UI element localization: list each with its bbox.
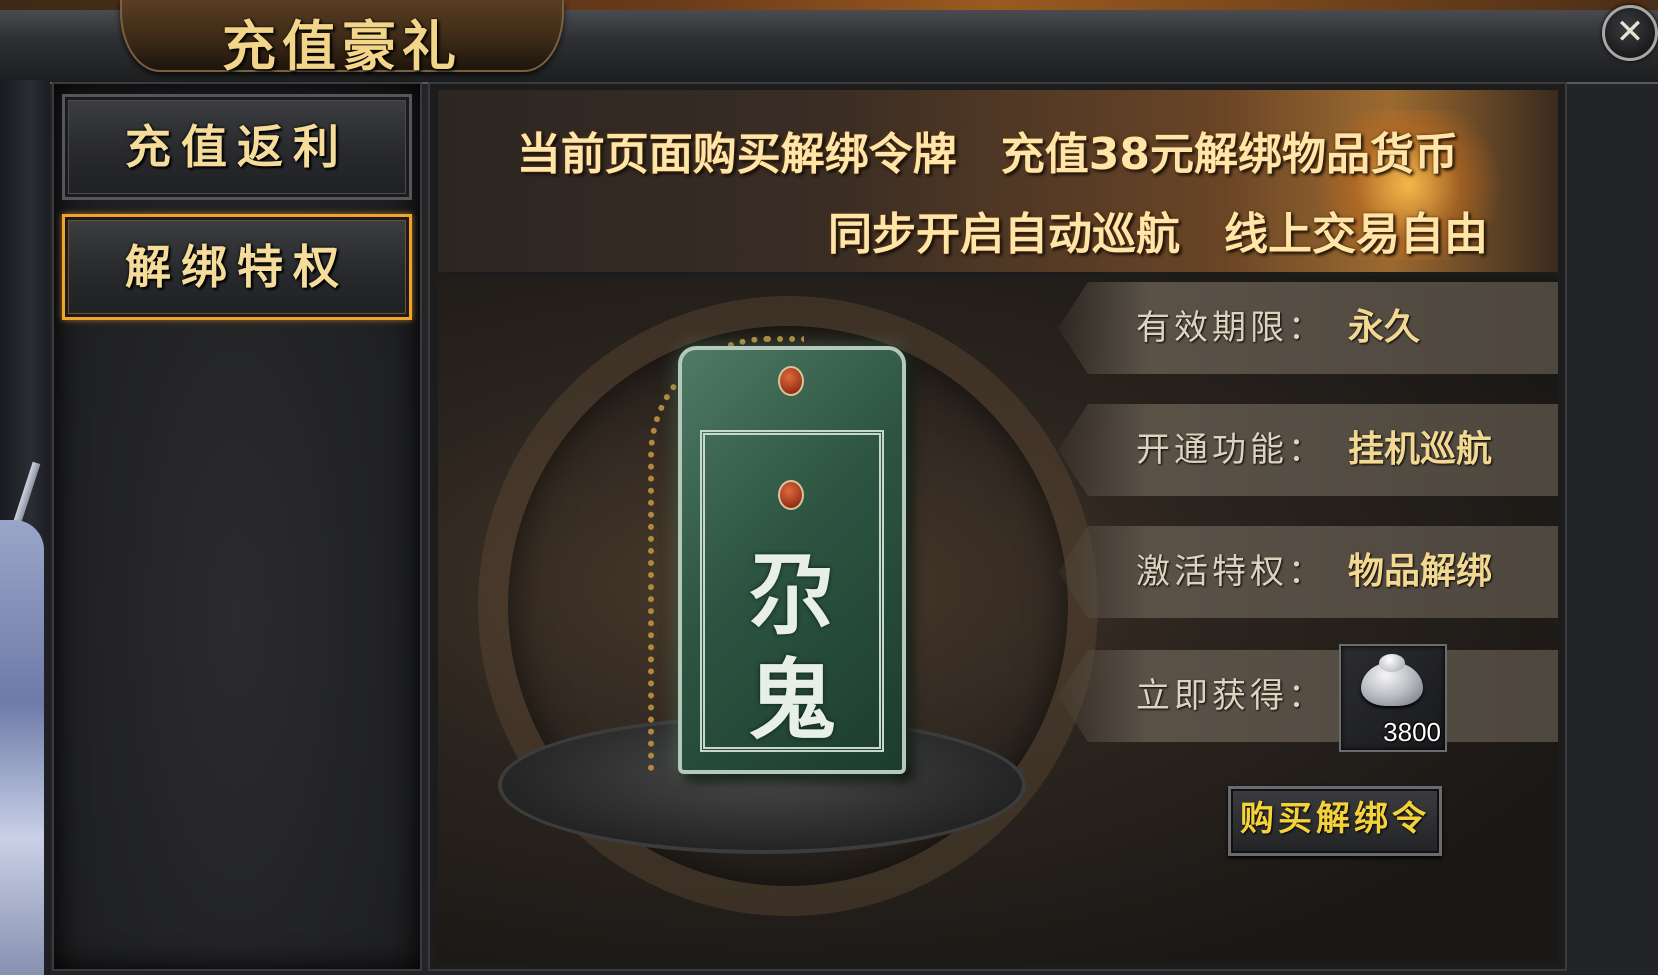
jade-token: 尕 鬼	[678, 346, 906, 774]
detail-row-function: 开通功能： 挂机巡航	[1058, 404, 1558, 496]
tab-recharge-rebate[interactable]: 充值返利	[62, 94, 412, 200]
reward-count: 3800	[1383, 717, 1441, 747]
close-icon[interactable]: ✕	[1602, 5, 1658, 61]
detail-value: 物品解绑	[1348, 551, 1493, 592]
detail-value: 永久	[1348, 307, 1421, 348]
detail-label: 开通功能：	[1136, 430, 1326, 470]
buy-unbind-token-button[interactable]: 购买解绑令	[1228, 786, 1442, 856]
banner-line-2: 同步开启自动巡航 线上交易自由	[828, 209, 1488, 260]
token-glyph-bottom: 鬼	[747, 648, 836, 752]
character-art-edge	[0, 80, 50, 975]
jade-token-image: 尕 鬼	[618, 306, 918, 776]
detail-row-reward: 立即获得：	[1058, 650, 1558, 742]
banner-line-1: 当前页面购买解绑令牌 充值38元解绑物品货币	[516, 129, 1458, 180]
tab-label: 解绑特权	[125, 240, 349, 294]
tab-unbind-privilege[interactable]: 解绑特权	[62, 214, 412, 320]
detail-row-privilege: 激活特权： 物品解绑	[1058, 526, 1558, 618]
detail-label: 激活特权：	[1136, 552, 1326, 592]
tab-label: 充值返利	[125, 120, 349, 174]
main-content: 当前页面购买解绑令牌 充值38元解绑物品货币 同步开启自动巡航 线上交易自由 尕…	[428, 82, 1567, 971]
reward-item-slot[interactable]: 3800	[1339, 644, 1447, 752]
detail-label: 立即获得：	[1136, 676, 1326, 716]
sidebar: 充值返利 解绑特权	[52, 82, 422, 971]
red-gem	[778, 366, 804, 396]
recharge-gift-window: 充值豪礼 ✕ 充值返利 解绑特权 当前页面购买解绑令牌 充值38元解绑物品货币 …	[0, 0, 1658, 975]
silver-ingot-icon	[1361, 654, 1423, 706]
detail-label: 有效期限：	[1136, 308, 1326, 348]
character-robe-art	[0, 520, 44, 975]
detail-row-duration: 有效期限： 永久	[1058, 282, 1558, 374]
window-title: 充值豪礼	[222, 14, 462, 78]
promo-banner: 当前页面购买解绑令牌 充值38元解绑物品货币 同步开启自动巡航 线上交易自由	[438, 90, 1558, 272]
title-plate: 充值豪礼	[120, 0, 564, 78]
privilege-display: 尕 鬼 有效期限： 永久 开通功能： 挂机巡航 激活特权： 物品解绑 立即获得：	[438, 276, 1558, 963]
detail-value: 挂机巡航	[1348, 429, 1493, 470]
